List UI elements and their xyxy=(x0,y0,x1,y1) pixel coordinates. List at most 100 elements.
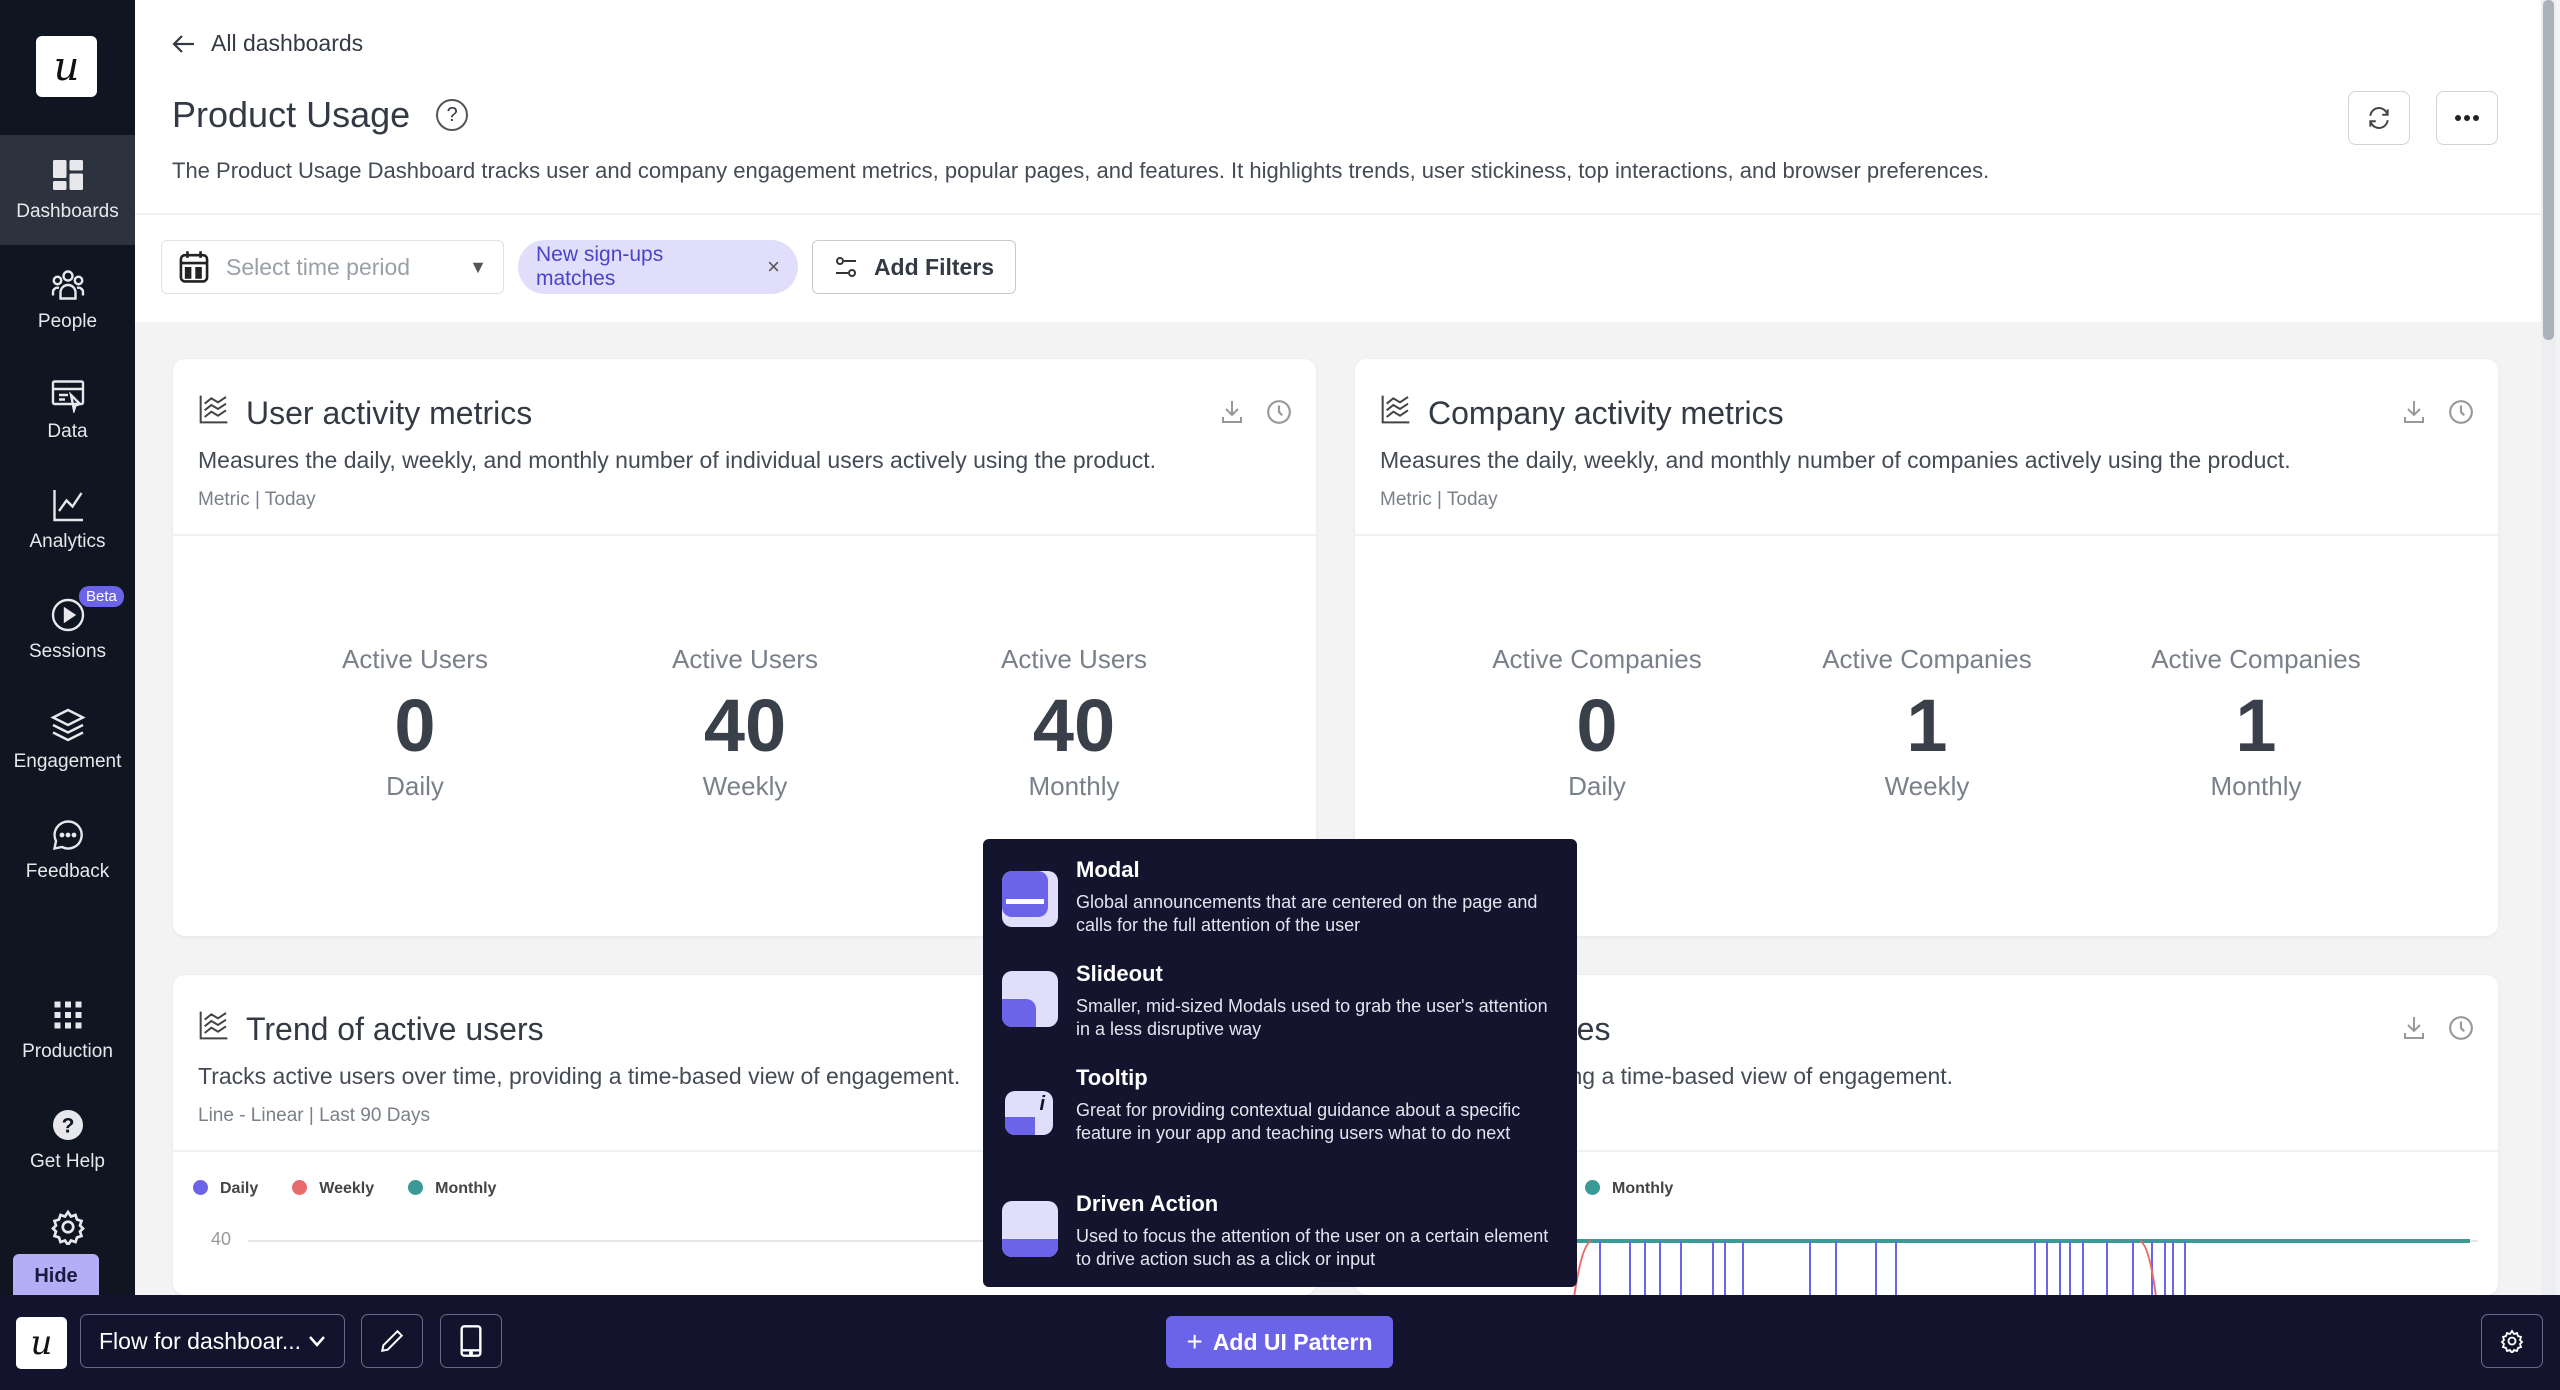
flow-select[interactable]: Flow for dashboar... xyxy=(80,1314,345,1368)
metric-daily: Active Users 0 Daily xyxy=(250,644,580,802)
metric-value: 1 xyxy=(2235,684,2277,767)
download-icon[interactable] xyxy=(2402,399,2426,425)
sidebar-item-people[interactable]: People xyxy=(0,245,135,355)
metric-value: 40 xyxy=(1032,684,1116,767)
sidebar: u Dashboards People Data Analytics Sessi… xyxy=(0,0,135,1298)
layers-icon xyxy=(49,708,86,742)
sidebar-item-data[interactable]: Data xyxy=(0,355,135,465)
back-link[interactable]: All dashboards xyxy=(171,30,363,57)
card-divider xyxy=(1355,534,2498,536)
device-preview-button[interactable] xyxy=(440,1314,502,1368)
card-meta: Metric | Today xyxy=(198,489,316,510)
sidebar-item-label: Production xyxy=(22,1041,113,1062)
close-icon[interactable]: × xyxy=(767,254,780,280)
metric-value: 0 xyxy=(1576,684,1618,767)
add-filters-button[interactable]: Add Filters xyxy=(812,240,1016,294)
svg-text:?: ? xyxy=(61,1115,74,1138)
menu-item-slideout[interactable]: Slideout Smaller, mid-sized Modals used … xyxy=(983,961,1577,1041)
builder-settings-button[interactable] xyxy=(2481,1314,2543,1368)
edit-button[interactable] xyxy=(361,1314,423,1368)
sidebar-item-analytics[interactable]: Analytics xyxy=(0,465,135,575)
back-label: All dashboards xyxy=(211,30,364,56)
menu-item-modal[interactable]: Modal Global announcements that are cent… xyxy=(983,857,1577,937)
menu-item-tooltip[interactable]: i Tooltip Great for providing contextual… xyxy=(983,1065,1577,1145)
dashboard-icon xyxy=(52,160,83,190)
menu-item-title: Slideout xyxy=(1076,961,1163,986)
ui-pattern-menu: Modal Global announcements that are cent… xyxy=(983,839,1577,1287)
logo[interactable]: u xyxy=(36,36,97,97)
metric-label: Active Users xyxy=(672,644,818,674)
card-actions xyxy=(2402,399,2474,425)
gear-icon xyxy=(50,1209,85,1245)
more-options-button[interactable] xyxy=(2436,91,2498,145)
modal-icon xyxy=(1002,871,1058,927)
menu-item-title: Modal xyxy=(1076,857,1140,882)
refresh-button[interactable] xyxy=(2348,91,2410,145)
sidebar-item-label: Dashboards xyxy=(16,201,119,222)
metric-monthly: Active Companies 1 Monthly xyxy=(2091,644,2421,802)
metric-weekly: Active Users 40 Weekly xyxy=(580,644,910,802)
sliders-icon xyxy=(835,257,856,277)
card-description: Measures the daily, weekly, and monthly … xyxy=(1380,447,2291,473)
calendar-icon xyxy=(179,251,209,283)
sidebar-item-dashboards[interactable]: Dashboards xyxy=(0,135,135,245)
card-title-text: Company activity metrics xyxy=(1428,394,1784,431)
metric-period: Daily xyxy=(386,771,444,801)
page-title: Product Usage ? xyxy=(172,94,469,136)
caret-down-icon: ▼ xyxy=(469,256,487,277)
chat-icon xyxy=(52,820,83,851)
people-icon xyxy=(51,270,84,300)
clock-icon[interactable] xyxy=(2448,399,2474,425)
line-chart-icon xyxy=(1380,393,1412,433)
add-filters-label: Add Filters xyxy=(873,253,995,280)
card-actions xyxy=(1220,399,1292,425)
add-ui-pattern-button[interactable]: + Add UI Pattern xyxy=(1166,1316,1393,1368)
metric-label: Active Users xyxy=(342,644,488,674)
flow-select-label: Flow for dashboar... xyxy=(99,1327,301,1354)
menu-item-desc: Used to focus the attention of the user … xyxy=(1076,1226,1549,1269)
help-icon: ? xyxy=(52,1110,83,1140)
sidebar-item-label: Feedback xyxy=(25,861,110,882)
metric-value: 0 xyxy=(394,684,436,767)
clock-icon[interactable] xyxy=(1266,399,1292,425)
hide-button[interactable]: Hide xyxy=(13,1254,99,1298)
metric-value: 40 xyxy=(703,684,787,767)
tooltip-icon: i xyxy=(1005,1091,1053,1135)
menu-item-desc: Global announcements that are centered o… xyxy=(1076,892,1538,935)
menu-item-title: Tooltip xyxy=(1076,1065,1148,1090)
metric-label: Active Companies xyxy=(2151,644,2361,674)
sidebar-item-label: People xyxy=(37,311,98,332)
builder-logo: u xyxy=(16,1317,67,1369)
beta-badge: Beta xyxy=(79,586,124,607)
sidebar-item-feedback[interactable]: Feedback xyxy=(0,795,135,905)
sidebar-item-engagement[interactable]: Engagement xyxy=(0,685,135,795)
time-period-select[interactable]: Select time period ▼ xyxy=(161,240,504,294)
refresh-icon xyxy=(2369,107,2389,129)
line-chart-icon xyxy=(198,393,230,433)
chevron-down-icon xyxy=(309,1336,325,1347)
sidebar-item-get-help[interactable]: ? Get Help xyxy=(0,1085,135,1195)
metric-period: Monthly xyxy=(2210,771,2302,801)
sidebar-item-production[interactable]: Production xyxy=(0,975,135,1085)
help-icon[interactable]: ? xyxy=(436,99,469,131)
menu-item-title: Driven Action xyxy=(1076,1191,1219,1216)
metric-period: Monthly xyxy=(1028,771,1120,801)
card-meta: Metric | Today xyxy=(1380,489,1498,510)
filter-chip-label: New sign-ups matches xyxy=(536,243,664,290)
plus-icon: + xyxy=(1186,1326,1203,1357)
sidebar-item-label: Sessions xyxy=(28,641,107,662)
sidebar-item-label: Engagement xyxy=(13,751,122,772)
menu-item-driven-action[interactable]: Driven Action Used to focus the attentio… xyxy=(983,1191,1577,1271)
menu-item-desc: Smaller, mid-sized Modals used to grab t… xyxy=(1076,996,1548,1039)
menu-item-desc: Great for providing contextual guidance … xyxy=(1076,1100,1521,1143)
grid-icon xyxy=(54,1001,81,1029)
scrollbar-thumb[interactable] xyxy=(2543,0,2554,340)
card-title-text: User activity metrics xyxy=(246,394,533,431)
metric-value: 1 xyxy=(1906,684,1948,767)
download-icon[interactable] xyxy=(1220,399,1244,425)
card-description: Measures the daily, weekly, and monthly … xyxy=(198,447,1156,473)
card-title: Company activity metrics xyxy=(1380,393,1784,433)
page-description: The Product Usage Dashboard tracks user … xyxy=(172,158,1990,183)
title-text: Product Usage xyxy=(172,94,411,135)
filter-chip[interactable]: New sign-ups matches × xyxy=(518,240,798,294)
